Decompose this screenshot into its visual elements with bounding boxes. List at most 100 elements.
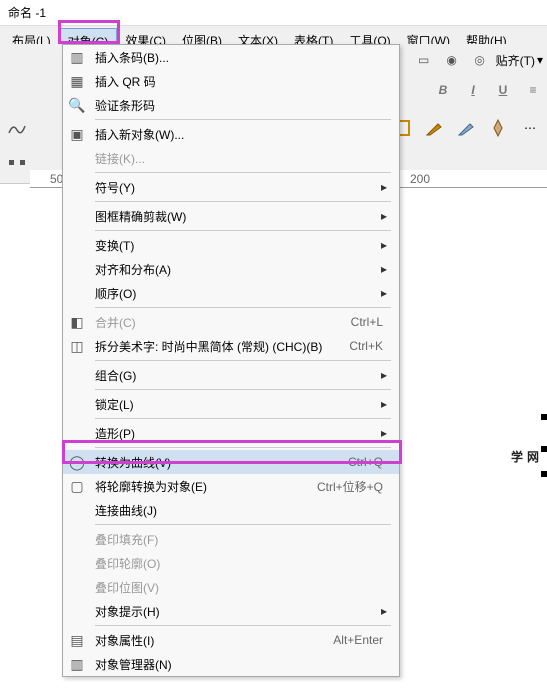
menu-insert-new-object[interactable]: ▣插入新对象(W)... — [63, 122, 399, 146]
separator — [95, 119, 391, 120]
submenu-arrow-icon: ▸ — [381, 209, 391, 223]
label: 合并(C) — [91, 314, 351, 331]
submenu-arrow-icon: ▸ — [381, 286, 391, 300]
manager-icon: ▥ — [63, 652, 91, 676]
submenu-arrow-icon: ▸ — [381, 238, 391, 252]
italic-button[interactable]: I — [463, 80, 483, 100]
shortcut: Ctrl+Q — [348, 455, 391, 469]
label: 链接(K)... — [91, 150, 391, 167]
ole-icon: ▣ — [63, 122, 91, 146]
submenu-arrow-icon: ▸ — [381, 604, 391, 618]
menu-symbol[interactable]: 符号(Y)▸ — [63, 175, 399, 199]
bounds-icon[interactable]: ▭ — [412, 48, 436, 72]
label: 锁定(L) — [91, 396, 381, 413]
more-icon[interactable]: ⋯ — [517, 115, 543, 141]
label: 符号(Y) — [91, 179, 381, 196]
label: 变换(T) — [91, 237, 381, 254]
pen-tool-icon[interactable] — [421, 115, 447, 141]
target-icon[interactable]: ◎ — [468, 48, 492, 72]
shortcut: Ctrl+K — [349, 339, 391, 353]
separator — [95, 447, 391, 448]
menu-transform[interactable]: 变换(T)▸ — [63, 233, 399, 257]
object-dropdown-menu: ▥插入条码(B)... ▦插入 QR 码 🔍验证条形码 ▣插入新对象(W)...… — [62, 44, 400, 677]
menu-convert-to-curves[interactable]: ◯转换为曲线(V)Ctrl+Q — [63, 450, 399, 474]
menu-shaping[interactable]: 造形(P)▸ — [63, 421, 399, 445]
format-toolbar: B I U ≡ — [433, 80, 543, 100]
submenu-arrow-icon: ▸ — [381, 180, 391, 194]
label: 对象提示(H) — [91, 603, 381, 620]
submenu-arrow-icon: ▸ — [381, 397, 391, 411]
separator — [95, 360, 391, 361]
separator — [95, 389, 391, 390]
menu-insert-qr[interactable]: ▦插入 QR 码 — [63, 69, 399, 93]
selection-handle[interactable] — [541, 471, 547, 477]
menu-insert-barcode[interactable]: ▥插入条码(B)... — [63, 45, 399, 69]
label: 连接曲线(J) — [91, 502, 391, 519]
bezier-tool-icon[interactable] — [453, 115, 479, 141]
menu-combine: ◧合并(C)Ctrl+L — [63, 310, 399, 334]
props-icon: ▤ — [63, 628, 91, 652]
menu-outline-to-object[interactable]: ▢将轮廓转换为对象(E)Ctrl+位移+Q — [63, 474, 399, 498]
separator — [95, 524, 391, 525]
menu-group[interactable]: 组合(G)▸ — [63, 363, 399, 387]
left-tools — [4, 115, 30, 175]
label: 叠印轮廓(O) — [91, 555, 391, 572]
canvas-text-object[interactable]: 学网 — [511, 418, 543, 473]
selection-handle[interactable] — [541, 414, 547, 420]
label: 将轮廓转换为对象(E) — [91, 478, 317, 495]
menu-object-properties[interactable]: ▤对象属性(I)Alt+Enter — [63, 628, 399, 652]
snap-label: 贴齐(T) — [496, 52, 535, 69]
menu-align[interactable]: 对齐和分布(A)▸ — [63, 257, 399, 281]
shortcut: Alt+Enter — [333, 633, 391, 647]
separator — [95, 307, 391, 308]
menu-link: 链接(K)... — [63, 146, 399, 170]
freehand-tool-icon[interactable] — [4, 115, 30, 141]
bold-button[interactable]: B — [433, 80, 453, 100]
menu-object-manager[interactable]: ▥对象管理器(N) — [63, 652, 399, 676]
submenu-arrow-icon: ▸ — [381, 368, 391, 382]
snap-dropdown[interactable]: 贴齐(T) ▾ — [496, 48, 543, 72]
menu-lock[interactable]: 锁定(L)▸ — [63, 392, 399, 416]
menu-join-curves[interactable]: 连接曲线(J) — [63, 498, 399, 522]
align-icon[interactable]: ≡ — [523, 80, 543, 100]
text-content: 学网 — [511, 450, 543, 464]
separator — [95, 230, 391, 231]
submenu-arrow-icon: ▸ — [381, 426, 391, 440]
menu-overprint-outline: 叠印轮廓(O) — [63, 551, 399, 575]
menu-order[interactable]: 顺序(O)▸ — [63, 281, 399, 305]
selection-handle[interactable] — [541, 446, 547, 452]
magnify-icon: 🔍 — [63, 93, 91, 117]
label: 插入新对象(W)... — [91, 126, 391, 143]
separator — [95, 172, 391, 173]
shortcut: Ctrl+位移+Q — [317, 478, 391, 495]
node-tool-icon[interactable] — [4, 149, 30, 175]
shortcut: Ctrl+L — [351, 315, 391, 329]
menu-object-hint[interactable]: 对象提示(H)▸ — [63, 599, 399, 623]
label: 顺序(O) — [91, 285, 381, 302]
label: 拆分美术字: 时尚中黑简体 (常规) (CHC)(B) — [91, 338, 349, 355]
label: 插入条码(B)... — [91, 49, 391, 66]
toolbar-right: ▭ ◉ ◎ 贴齐(T) ▾ — [412, 48, 543, 72]
menu-overprint-bitmap: 叠印位图(V) — [63, 575, 399, 599]
outline-icon: ▢ — [63, 474, 91, 498]
menu-overprint-fill: 叠印填充(F) — [63, 527, 399, 551]
label: 插入 QR 码 — [91, 73, 391, 90]
label: 造形(P) — [91, 425, 381, 442]
barcode-icon: ▥ — [63, 45, 91, 69]
menu-verify-barcode[interactable]: 🔍验证条形码 — [63, 93, 399, 117]
label: 转换为曲线(V) — [91, 454, 348, 471]
drawing-tools: ⋯ — [389, 115, 543, 141]
menu-break-apart[interactable]: ◫拆分美术字: 时尚中黑简体 (常规) (CHC)(B)Ctrl+K — [63, 334, 399, 358]
label: 组合(G) — [91, 367, 381, 384]
separator — [95, 418, 391, 419]
nib-tool-icon[interactable] — [485, 115, 511, 141]
label: 叠印位图(V) — [91, 579, 391, 596]
menu-powerclip[interactable]: 图框精确剪裁(W)▸ — [63, 204, 399, 228]
label: 对象属性(I) — [91, 632, 333, 649]
label: 叠印填充(F) — [91, 531, 391, 548]
qr-icon: ▦ — [63, 69, 91, 93]
curve-icon: ◯ — [63, 450, 91, 474]
label: 对齐和分布(A) — [91, 261, 381, 278]
underline-button[interactable]: U — [493, 80, 513, 100]
eye-icon[interactable]: ◉ — [440, 48, 464, 72]
